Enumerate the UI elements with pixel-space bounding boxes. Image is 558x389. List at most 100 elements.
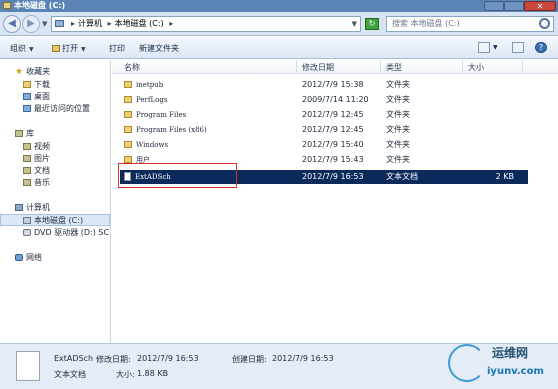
help-icon[interactable]: ? (535, 42, 547, 53)
file-type: 文件夹 (386, 125, 410, 134)
file-row[interactable]: PerfLogs 2009/7/14 11:20 文件夹 (120, 93, 528, 107)
column-divider[interactable] (380, 60, 381, 74)
nav-desktop[interactable]: 桌面 (23, 91, 50, 103)
file-name-cell: inetpub (124, 78, 163, 92)
computer-icon (55, 20, 64, 27)
file-name-cell: PerfLogs (124, 93, 167, 107)
column-header-size[interactable]: 大小 (468, 62, 484, 73)
nav-libraries-label: 库 (26, 129, 34, 138)
picture-icon (23, 155, 31, 162)
text-file-icon (16, 351, 40, 381)
swirl-logo-icon (448, 344, 486, 382)
details-file-type: 文本文档 (54, 370, 86, 379)
chevron-down-icon: ▼ (29, 46, 34, 53)
open-button[interactable]: 打开 ▼ (52, 43, 86, 54)
refresh-button[interactable]: ↻ (365, 18, 379, 30)
chevron-right-icon[interactable]: ▸ (71, 19, 75, 28)
file-row[interactable]: Program Files (x86) 2012/7/9 12:45 文件夹 (120, 123, 528, 137)
column-divider[interactable] (522, 60, 523, 74)
nav-local-disk[interactable]: 本地磁盘 (C:) (0, 214, 110, 226)
folder-icon (124, 156, 132, 163)
column-header-type[interactable]: 类型 (386, 62, 402, 73)
folder-icon (124, 111, 132, 118)
organize-button[interactable]: 组织 ▼ (10, 43, 34, 54)
maximize-button[interactable] (504, 1, 524, 11)
video-icon (23, 143, 31, 150)
chevron-right-icon[interactable]: ▸ (169, 19, 173, 28)
file-date: 2012/7/9 15:40 (302, 140, 364, 149)
file-name: Program Files (136, 111, 187, 119)
address-field[interactable]: ▸ 计算机 ▸ 本地磁盘 (C:) ▸ ▼ (51, 16, 361, 32)
file-name: Windows (136, 141, 169, 149)
file-list: 名称 修改日期 类型 大小 inetpub 2012/7/9 15:38 文件夹… (112, 60, 558, 343)
breadcrumb-computer[interactable]: 计算机 (78, 19, 102, 28)
details-created-value: 2012/7/9 16:53 (272, 354, 334, 363)
close-button[interactable]: ✕ (524, 1, 556, 11)
breadcrumb-local-disk[interactable]: 本地磁盘 (C:) (115, 19, 164, 28)
view-dropdown-icon[interactable]: ▼ (493, 44, 498, 51)
minimize-button[interactable] (484, 1, 504, 11)
details-size-value: 1.88 KB (137, 369, 169, 378)
new-folder-button[interactable]: 新建文件夹 (139, 43, 179, 54)
column-divider[interactable] (462, 60, 463, 74)
view-options-icon[interactable] (478, 42, 490, 53)
recent-pages-dropdown[interactable]: ▼ (42, 20, 47, 28)
search-icon[interactable] (539, 18, 550, 29)
column-header-name[interactable]: 名称 (124, 62, 140, 73)
nav-documents-label: 文档 (34, 166, 50, 175)
file-date: 2009/7/14 11:20 (302, 95, 369, 104)
nav-documents[interactable]: 文档 (23, 165, 50, 177)
site-watermark-logo: 运维网 iyunv.com (440, 338, 556, 388)
nav-recent-label: 最近访问的位置 (34, 104, 90, 113)
address-bar-area: ◀ ▶ ▼ ▸ 计算机 ▸ 本地磁盘 (C:) ▸ ▼ ↻ 搜索 本地磁盘 (C:) (0, 12, 558, 36)
forward-button[interactable]: ▶ (22, 15, 40, 33)
nav-computer[interactable]: 计算机 (15, 202, 50, 214)
file-row[interactable]: Program Files 2012/7/9 12:45 文件夹 (120, 108, 528, 122)
column-divider[interactable] (296, 60, 297, 74)
file-date: 2012/7/9 15:43 (302, 155, 364, 164)
nav-recent-places[interactable]: 最近访问的位置 (23, 103, 90, 115)
document-icon (23, 167, 31, 174)
nav-network[interactable]: 网络 (15, 252, 42, 264)
folder-icon (124, 141, 132, 148)
column-header-row: 名称 修改日期 类型 大小 (112, 60, 558, 74)
nav-computer-label: 计算机 (26, 203, 50, 212)
hard-drive-icon (23, 217, 31, 224)
nav-pictures[interactable]: 图片 (23, 153, 50, 165)
address-dropdown-icon[interactable]: ▼ (352, 17, 357, 31)
music-icon (23, 179, 31, 186)
back-button[interactable]: ◀ (3, 15, 21, 33)
nav-local-disk-label: 本地磁盘 (C:) (34, 216, 84, 225)
star-icon: ★ (15, 67, 24, 77)
nav-music[interactable]: 音乐 (23, 177, 50, 189)
file-type: 文件夹 (386, 140, 410, 149)
column-header-date[interactable]: 修改日期 (302, 62, 334, 73)
file-name-cell: Windows (124, 138, 168, 152)
nav-downloads-label: 下载 (34, 80, 50, 89)
folder-icon (124, 96, 132, 103)
nav-videos[interactable]: 视频 (23, 141, 50, 153)
nav-favorites[interactable]: ★ 收藏夹 (15, 66, 50, 78)
chevron-right-icon[interactable]: ▸ (108, 19, 112, 28)
library-icon (15, 130, 23, 137)
window-title: 本地磁盘 (C:) (14, 1, 66, 10)
file-name: inetpub (136, 81, 164, 89)
nav-downloads[interactable]: 下载 (23, 79, 50, 91)
nav-dvd-drive[interactable]: DVD 驱动器 (D:) SC (23, 227, 109, 239)
file-row[interactable]: inetpub 2012/7/9 15:38 文件夹 (120, 78, 528, 92)
file-row[interactable]: Windows 2012/7/9 15:40 文件夹 (120, 138, 528, 152)
organize-label: 组织 (10, 44, 26, 53)
file-name-cell: Program Files (124, 108, 186, 122)
nav-network-label: 网络 (26, 253, 42, 262)
nav-libraries[interactable]: 库 (15, 128, 34, 140)
file-name: Program Files (x86) (136, 126, 207, 134)
watermark-cn: 运维网 (492, 346, 529, 360)
print-button[interactable]: 打印 (109, 43, 125, 54)
folder-icon (3, 2, 11, 9)
folder-icon (124, 126, 132, 133)
search-input[interactable]: 搜索 本地磁盘 (C:) (386, 16, 554, 32)
file-date: 2012/7/9 12:45 (302, 125, 364, 134)
dvd-drive-icon (23, 229, 31, 236)
preview-pane-icon[interactable] (512, 42, 524, 53)
nav-pictures-label: 图片 (34, 154, 50, 163)
